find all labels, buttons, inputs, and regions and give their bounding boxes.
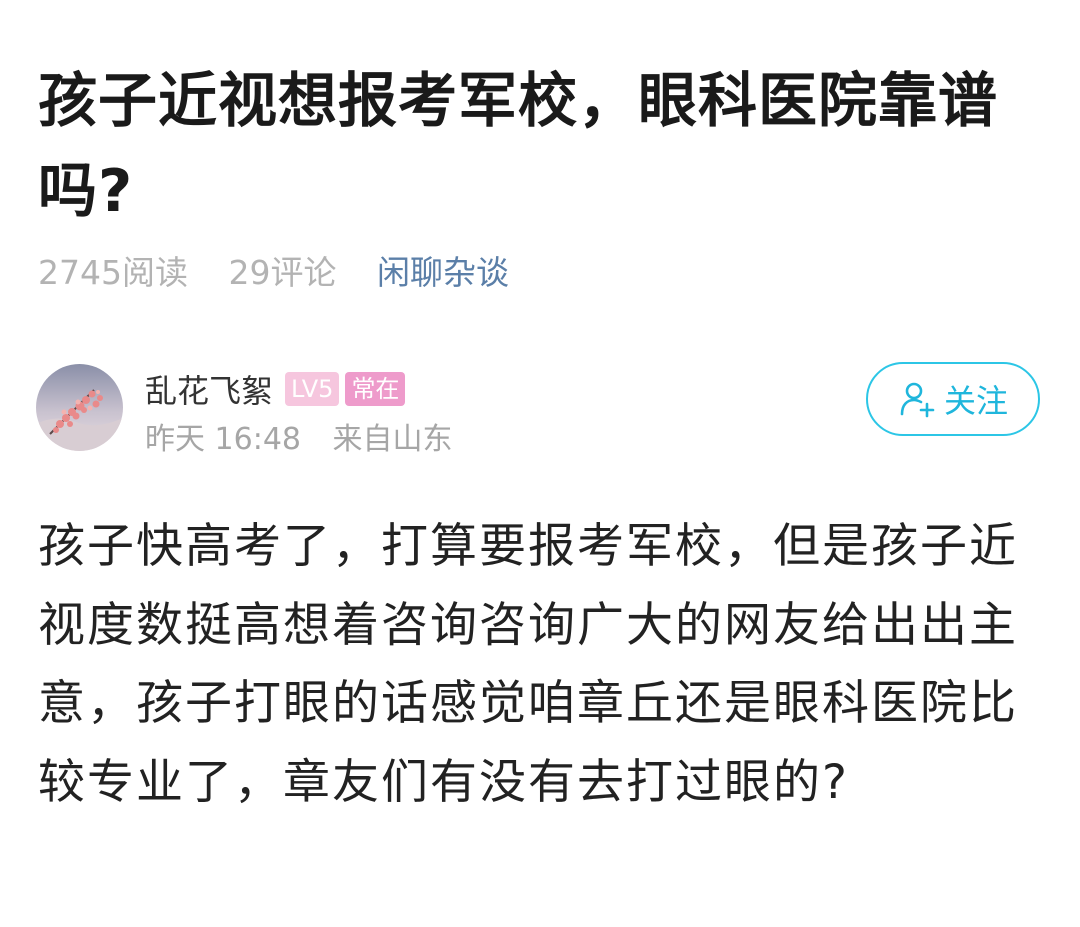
author-name[interactable]: 乱花飞絮 [145,366,273,412]
post-info: 昨天 16:48 来自山东 [145,418,475,462]
read-count: 2745阅读 [38,253,188,292]
avatar-flower-image [36,364,123,451]
author-row: 乱花飞絮 LV5 常在 [145,366,411,412]
level-badge: LV5 [285,372,340,406]
post-title: 孩子近视想报考军校，眼科医院靠谱吗? [38,66,999,225]
post-location: 来自山东 [332,422,453,457]
follow-label: 关注 [943,382,1008,420]
avatar[interactable] [36,364,123,451]
follow-button[interactable]: 关注 [866,362,1040,436]
comment-count[interactable]: 29评论 [228,253,336,292]
status-badge: 常在 [345,372,406,406]
post-meta: 2745阅读 29评论 闲聊杂谈 [38,250,539,296]
post-content: 孩子快高考了，打算要报考军校，但是孩子近视度数挺高想着咨询咨询广大的网友给出出主… [38,519,1018,810]
category-link[interactable]: 闲聊杂谈 [377,253,509,292]
post-time: 昨天 16:48 [145,422,301,457]
add-user-icon [898,380,936,418]
